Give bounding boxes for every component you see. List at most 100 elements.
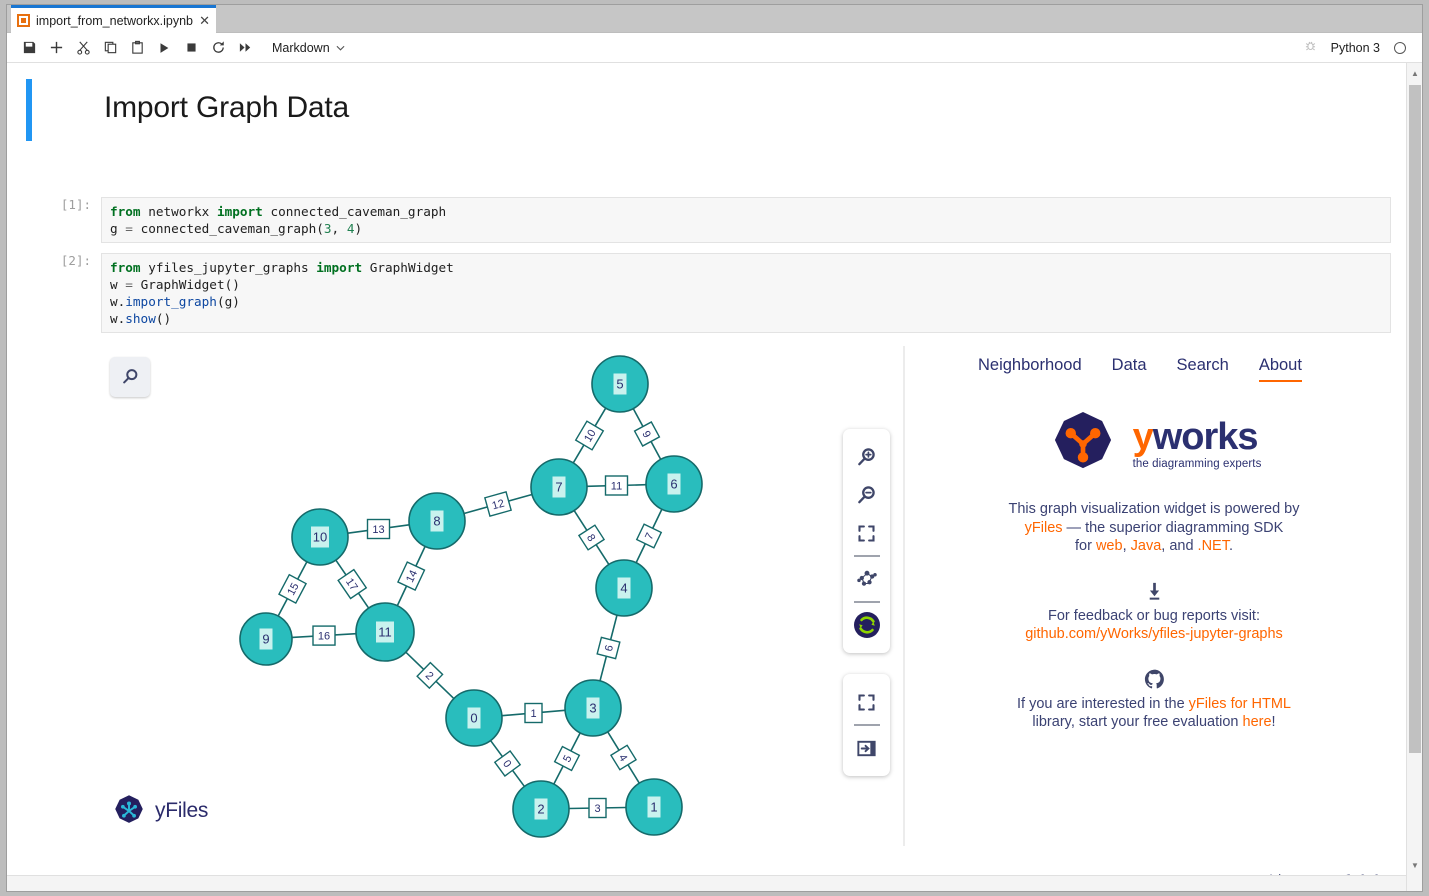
- cut-cell-button[interactable]: [71, 37, 95, 59]
- graph-search-button[interactable]: [110, 357, 150, 397]
- svg-text:7: 7: [555, 480, 562, 495]
- graph-node[interactable]: 1: [625, 778, 683, 836]
- graph-node[interactable]: 10: [291, 508, 349, 566]
- yfiles-link[interactable]: yFiles: [1025, 520, 1063, 536]
- notebook-tab[interactable]: import_from_networkx.ipynb ✕: [11, 5, 216, 33]
- restart-kernel-button[interactable]: [206, 37, 230, 59]
- fullscreen-button[interactable]: [843, 683, 890, 721]
- graph-edge-label[interactable]: 15: [278, 573, 308, 604]
- horizontal-scrollbar[interactable]: [7, 875, 1406, 891]
- about-intro-for: for: [1075, 538, 1096, 554]
- svg-text:11: 11: [378, 625, 392, 640]
- java-link[interactable]: Java: [1131, 538, 1162, 554]
- restart-run-all-button[interactable]: [233, 37, 257, 59]
- toggle-sidebar-button[interactable]: [843, 729, 890, 767]
- cell-type-select[interactable]: Markdown: [272, 41, 345, 55]
- graph-edge-label[interactable]: 4: [609, 744, 638, 771]
- graph-edge-label[interactable]: 5: [553, 745, 581, 772]
- graph-canvas[interactable]: 10 9 11 8 7 12 13 15 17 14 16 2 1 0 6 5 4 3 5 7 6 8 10 4 9 11 3 0 2 1: [92, 344, 903, 849]
- code-editor[interactable]: from networkx import connected_caveman_g…: [101, 197, 1391, 243]
- zoom-out-button[interactable]: [843, 476, 890, 514]
- bug-icon[interactable]: [1304, 39, 1317, 57]
- graph-edge-label[interactable]: 3: [588, 797, 607, 819]
- graph-node[interactable]: 2: [512, 780, 570, 838]
- graph-edge-label[interactable]: 6: [596, 636, 621, 660]
- cell-selection-bar: [26, 79, 32, 141]
- svg-text:4: 4: [620, 581, 627, 596]
- tab-neighborhood[interactable]: Neighborhood: [978, 356, 1082, 382]
- run-cell-button[interactable]: [152, 37, 176, 59]
- notebook-file-icon: [17, 14, 30, 27]
- scroll-down-icon[interactable]: ▼: [1407, 857, 1423, 873]
- copy-cell-button[interactable]: [98, 37, 122, 59]
- svg-text:3: 3: [594, 803, 600, 815]
- svg-text:1: 1: [650, 800, 657, 815]
- graph-node[interactable]: 4: [595, 559, 653, 617]
- close-icon[interactable]: ✕: [199, 14, 210, 27]
- paste-cell-button[interactable]: [125, 37, 149, 59]
- panel-divider[interactable]: [903, 346, 905, 846]
- scroll-up-icon[interactable]: ▲: [1407, 65, 1423, 81]
- save-button[interactable]: [17, 37, 41, 59]
- yfiles-html-link[interactable]: yFiles for HTML: [1189, 696, 1291, 712]
- graph-node[interactable]: 7: [530, 458, 588, 516]
- graph-node[interactable]: 0: [445, 689, 503, 747]
- tab-data[interactable]: Data: [1112, 356, 1147, 382]
- insert-cell-button[interactable]: [44, 37, 68, 59]
- graph-node[interactable]: 9: [239, 612, 293, 666]
- graph-node[interactable]: 3: [564, 679, 622, 737]
- code-editor[interactable]: from yfiles_jupyter_graphs import GraphW…: [101, 253, 1391, 333]
- kernel-name[interactable]: Python 3: [1331, 41, 1380, 55]
- fit-content-icon: [858, 524, 875, 542]
- separator: [853, 555, 880, 557]
- graph-edge-label[interactable]: 11: [604, 475, 629, 496]
- layout-graph-button[interactable]: [843, 560, 890, 598]
- cell-type-label: Markdown: [272, 40, 330, 55]
- svg-text:16: 16: [318, 631, 330, 643]
- svg-text:5: 5: [616, 377, 623, 392]
- graph-node[interactable]: 5: [591, 355, 649, 413]
- stop-kernel-button[interactable]: [179, 37, 203, 59]
- graph-edge-label[interactable]: 13: [366, 518, 391, 540]
- tab-search[interactable]: Search: [1177, 356, 1229, 382]
- vertical-scrollbar[interactable]: ▲ ▼: [1406, 63, 1422, 891]
- graph-node[interactable]: 6: [645, 455, 703, 513]
- notebook-scroll-area[interactable]: Import Graph Data [1]: from networkx imp…: [7, 63, 1422, 891]
- graph-edge-label[interactable]: 17: [337, 568, 368, 600]
- web-link[interactable]: web: [1096, 538, 1123, 554]
- graph-edge-label[interactable]: 0: [493, 750, 522, 777]
- graph-tools-primary: [843, 429, 890, 653]
- graph-node[interactable]: 8: [408, 492, 466, 550]
- side-panel-tabs: Neighborhood Data Search About: [978, 356, 1302, 382]
- github-repo-link[interactable]: github.com/yWorks/yfiles-jupyter-graphs: [1025, 626, 1283, 642]
- graph-edge-label[interactable]: 10: [574, 420, 605, 451]
- markdown-cell[interactable]: Import Graph Data: [21, 77, 1391, 153]
- graph-edge-label[interactable]: 9: [633, 421, 661, 447]
- reload-layout-button[interactable]: [843, 606, 890, 644]
- net-link[interactable]: .NET: [1198, 538, 1229, 554]
- yfiles-logo-icon: [115, 795, 143, 823]
- kernel-status-indicator[interactable]: [1394, 41, 1406, 54]
- graph-edge-label[interactable]: 8: [577, 524, 606, 551]
- yfiles-watermark: yFiles: [112, 794, 208, 828]
- zoom-in-button[interactable]: [843, 438, 890, 476]
- graph-edge-label[interactable]: 7: [635, 523, 663, 549]
- graph-edge-label[interactable]: 14: [397, 561, 426, 591]
- graph-edge-label[interactable]: 16: [312, 625, 336, 646]
- separator: [853, 724, 880, 726]
- jupyter-window: import_from_networkx.ipynb ✕ Markdown Py…: [6, 4, 1423, 892]
- cell-prompt: [1]:: [60, 197, 91, 212]
- notebook-tab-label: import_from_networkx.ipynb: [36, 13, 194, 28]
- about-intro-text: This graph visualization widget is power…: [912, 500, 1396, 556]
- vertical-scrollbar-thumb[interactable]: [1409, 85, 1421, 753]
- separator: [853, 601, 880, 603]
- svg-text:13: 13: [372, 524, 384, 536]
- graph-edge-label[interactable]: 1: [524, 702, 543, 724]
- evaluation-here-link[interactable]: here: [1243, 714, 1272, 730]
- eval-bang: !: [1271, 714, 1276, 730]
- tab-about[interactable]: About: [1258, 356, 1302, 382]
- graph-node[interactable]: 11: [355, 602, 415, 662]
- page-title: Import Graph Data: [104, 91, 350, 124]
- fit-content-button[interactable]: [843, 514, 890, 552]
- graph-edge-label[interactable]: 12: [483, 491, 513, 517]
